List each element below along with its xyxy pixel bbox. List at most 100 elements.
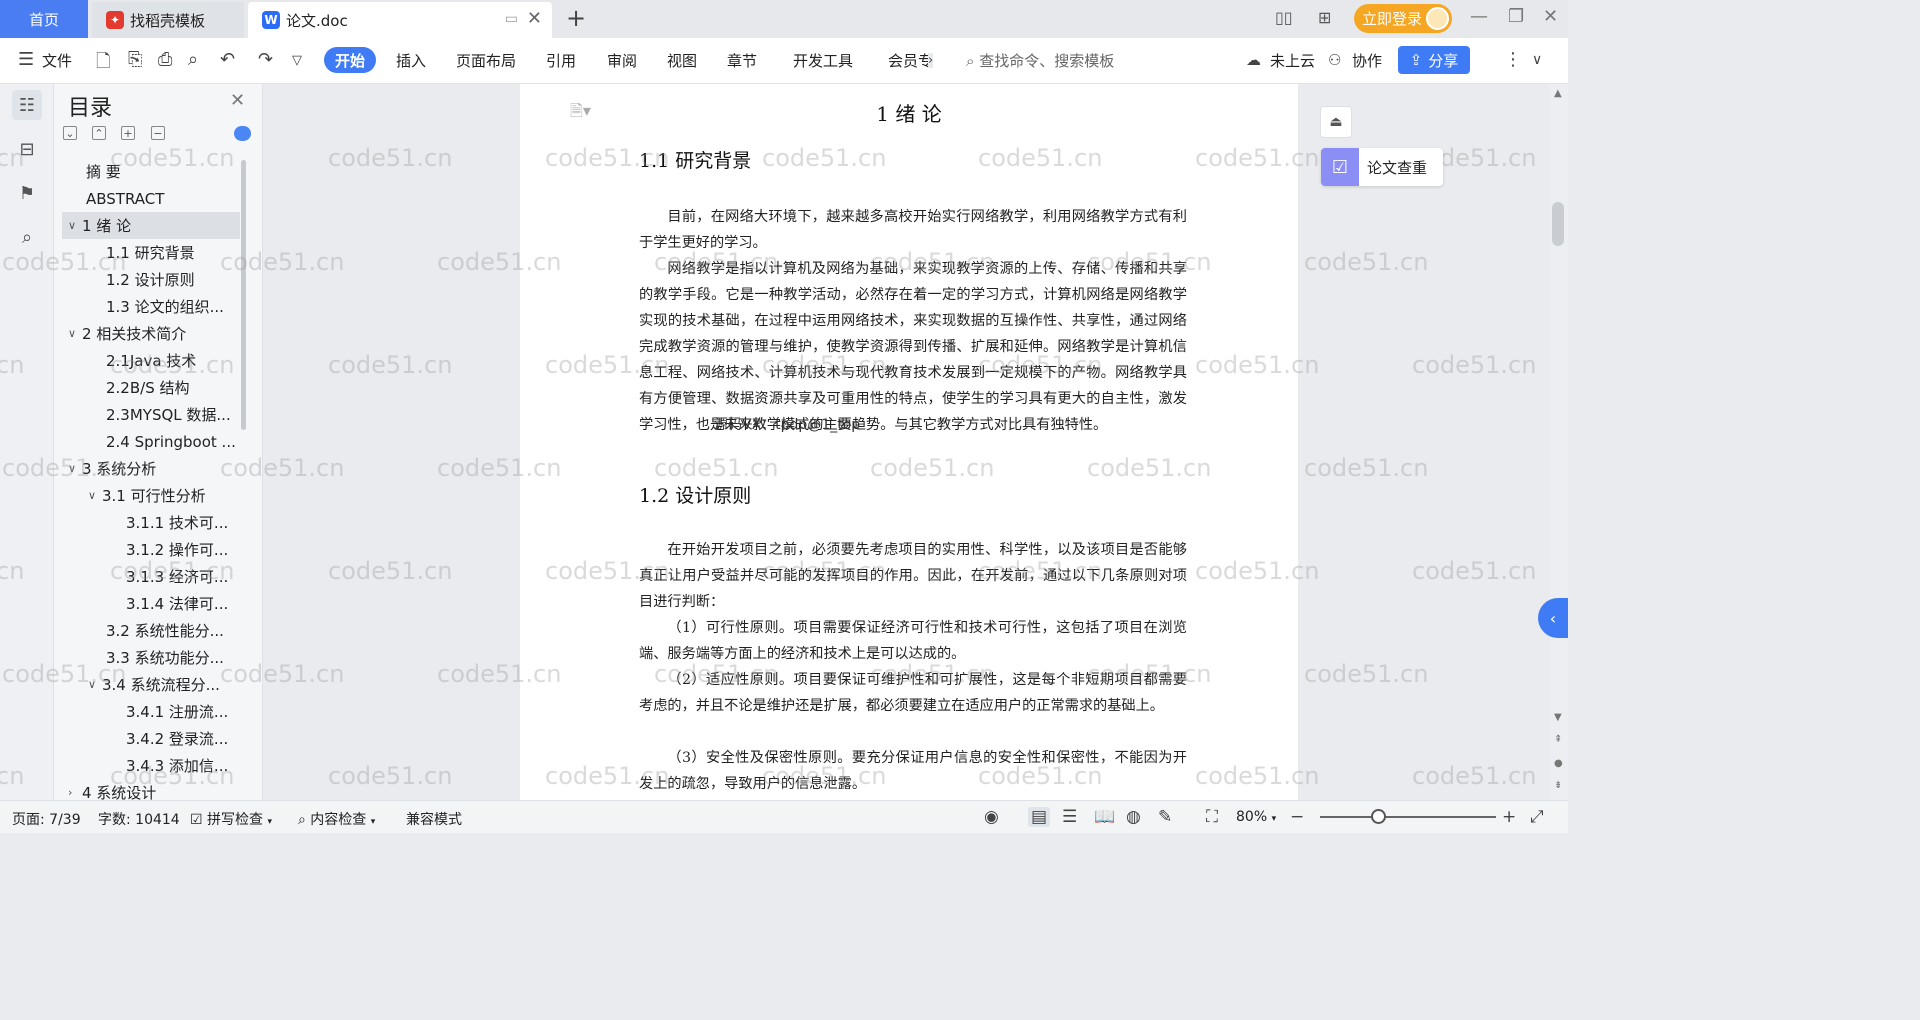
tab-view[interactable]: 视图 bbox=[667, 50, 697, 71]
toc-item[interactable]: ∨ 2 相关技术简介 bbox=[62, 320, 240, 347]
add-heading-icon[interactable]: + bbox=[121, 126, 135, 140]
toc-item[interactable]: 3.1.4 法律可... bbox=[62, 590, 240, 617]
close-window-icon[interactable]: ✕ bbox=[1543, 6, 1558, 27]
redo-icon[interactable]: ↷ bbox=[258, 49, 273, 70]
toc-close-icon[interactable]: ✕ bbox=[230, 90, 245, 111]
toc-item[interactable]: 2.4 Springboot ... bbox=[62, 428, 240, 455]
toc-item[interactable]: 3.1.3 经济可... bbox=[62, 563, 240, 590]
chevron-down-icon[interactable]: ∨ bbox=[68, 219, 82, 232]
chevron-down-icon[interactable]: ∨ bbox=[68, 462, 82, 475]
login-button[interactable]: 立即登录 bbox=[1354, 4, 1452, 33]
write-mode-icon[interactable]: ✎ bbox=[1158, 807, 1172, 827]
remove-heading-icon[interactable]: − bbox=[151, 126, 165, 140]
new-tab-icon[interactable]: + bbox=[566, 4, 586, 32]
collapse-ribbon-icon[interactable]: ∨ bbox=[1532, 52, 1542, 68]
reading-view-icon[interactable]: 📖 bbox=[1094, 807, 1115, 827]
prev-page-icon[interactable]: ⇞ bbox=[1554, 734, 1562, 745]
toc-item[interactable]: 3.4.3 添加信... bbox=[62, 752, 240, 779]
toc-icon[interactable]: ☷ bbox=[12, 90, 42, 120]
minimize-icon[interactable]: — bbox=[1470, 6, 1488, 27]
expand-all-icon[interactable]: ⌄ bbox=[63, 126, 77, 140]
tab-dev-tools[interactable]: 开发工具 bbox=[793, 50, 853, 71]
toc-scrollbar[interactable] bbox=[241, 160, 246, 430]
zoom-level[interactable]: 80% ▾ bbox=[1236, 809, 1276, 825]
fullscreen-icon[interactable]: ⤢ bbox=[1530, 807, 1544, 827]
paper-check-button[interactable]: ☑ 论文查重 bbox=[1321, 148, 1443, 186]
toc-item[interactable]: ∨ 3 系统分析 bbox=[62, 455, 240, 482]
scroll-up-icon[interactable]: ▲ bbox=[1554, 88, 1562, 99]
word-count[interactable]: 字数: 10414 bbox=[98, 809, 180, 829]
restore-icon[interactable]: ❐ bbox=[1508, 6, 1524, 27]
chevron-down-icon[interactable]: ∨ bbox=[88, 678, 102, 691]
toc-item[interactable]: 3.3 系统功能分... bbox=[62, 644, 240, 671]
next-page-icon[interactable]: ⇟ bbox=[1554, 780, 1562, 791]
tab-insert[interactable]: 插入 bbox=[396, 50, 426, 71]
toc-item[interactable]: ∨ 1 绪 论 bbox=[62, 212, 240, 239]
ai-assistant-icon[interactable] bbox=[234, 126, 251, 141]
toc-item[interactable]: › 4 系统设计 bbox=[62, 779, 240, 800]
zoom-in-icon[interactable]: + bbox=[1502, 807, 1516, 827]
zoom-out-icon[interactable]: − bbox=[1290, 807, 1304, 827]
tab-page-layout[interactable]: 页面布局 bbox=[456, 50, 516, 71]
outline-view-icon[interactable]: ☰ bbox=[1062, 807, 1077, 827]
undo-icon[interactable]: ↶ bbox=[220, 49, 235, 70]
close-tab-icon[interactable]: ✕ bbox=[527, 8, 542, 29]
more-options-icon[interactable]: ⋮ bbox=[1504, 49, 1522, 70]
toc-item[interactable]: 2.2B/S 结构 bbox=[62, 374, 240, 401]
chevron-down-icon[interactable]: ∨ bbox=[88, 489, 102, 502]
monitor-icon[interactable]: ▭ bbox=[505, 11, 518, 27]
toc-item[interactable]: 3.2 系统性能分... bbox=[62, 617, 240, 644]
save-icon[interactable]: 🗋 bbox=[96, 49, 110, 79]
toc-item[interactable]: 2.3MYSQL 数据... bbox=[62, 401, 240, 428]
zoom-slider[interactable] bbox=[1320, 816, 1496, 818]
bookmark-icon[interactable]: ⚑ bbox=[12, 178, 42, 208]
zoom-slider-handle[interactable] bbox=[1371, 809, 1387, 824]
apps-grid-icon[interactable]: ⊞ bbox=[1318, 8, 1331, 27]
scrollbar-thumb[interactable] bbox=[1552, 202, 1564, 246]
chevron-down-icon[interactable]: › bbox=[68, 786, 82, 799]
web-view-icon[interactable]: ◍ bbox=[1126, 807, 1141, 827]
toc-item[interactable]: 3.4.2 登录流... bbox=[62, 725, 240, 752]
toc-item[interactable]: 摘 要 bbox=[62, 158, 240, 185]
fit-page-icon[interactable]: ⛶ bbox=[1206, 807, 1218, 827]
tab-templates[interactable]: ✦ 找稻壳模板 bbox=[92, 2, 244, 38]
toc-item[interactable]: 1.1 研究背景 bbox=[62, 239, 240, 266]
find-icon[interactable]: ⌕ bbox=[12, 222, 42, 252]
export-icon[interactable]: ⎘ bbox=[128, 49, 142, 70]
page-count[interactable]: 页面: 7/39 bbox=[12, 809, 81, 829]
page-view-icon[interactable]: ▤ bbox=[1028, 807, 1051, 827]
menu-icon[interactable]: ☰ bbox=[18, 49, 34, 70]
panel-toggle-icon[interactable]: ⏏ bbox=[1320, 106, 1352, 138]
cloud-status[interactable]: 未上云 bbox=[1270, 50, 1315, 71]
tab-references[interactable]: 引用 bbox=[546, 50, 576, 71]
tab-review[interactable]: 审阅 bbox=[607, 50, 637, 71]
quick-access-dropdown-icon[interactable]: ▽ bbox=[292, 53, 302, 68]
tab-chapter[interactable]: 章节 bbox=[727, 50, 757, 71]
vertical-scrollbar[interactable]: ▲ ▼ ⇞ ● ⇟ bbox=[1550, 84, 1568, 800]
toc-item[interactable]: ∨ 3.4 系统流程分... bbox=[62, 671, 240, 698]
scroll-down-icon[interactable]: ▼ bbox=[1554, 712, 1562, 723]
collab-button[interactable]: 协作 bbox=[1352, 50, 1382, 71]
print-icon[interactable]: ⎙ bbox=[158, 49, 172, 70]
tab-member[interactable]: 会员专 bbox=[888, 50, 933, 71]
spell-check-button[interactable]: ☑ 拼写检查 ▾ bbox=[190, 809, 272, 829]
toc-item[interactable]: 1.3 论文的组织... bbox=[62, 293, 240, 320]
toc-item[interactable]: 1.2 设计原则 bbox=[62, 266, 240, 293]
navigation-icon[interactable]: ⊟ bbox=[12, 134, 42, 164]
chevron-down-icon[interactable]: ∨ bbox=[68, 327, 82, 340]
tab-document[interactable]: W 论文.doc ▭ ✕ bbox=[248, 2, 552, 38]
toc-item[interactable]: ABSTRACT bbox=[62, 185, 240, 212]
select-browse-icon[interactable]: ● bbox=[1554, 758, 1563, 769]
document-page[interactable]: 🗎▾ 1 绪 论 1.1 研究背景 目前，在网络大环境下，越来越多高校开始实行网… bbox=[520, 84, 1298, 800]
tab-start[interactable]: 开始 bbox=[324, 47, 376, 73]
more-tabs-icon[interactable]: › bbox=[928, 53, 934, 68]
toc-item[interactable]: 3.1.1 技术可... bbox=[62, 509, 240, 536]
print-preview-icon[interactable]: ⌕ bbox=[188, 49, 198, 70]
toc-item[interactable]: 2.1Java 技术 bbox=[62, 347, 240, 374]
layout-icon[interactable]: ▯▯ bbox=[1275, 8, 1293, 27]
command-search[interactable]: ⌕ 查找命令、搜索模板 bbox=[966, 50, 1114, 71]
toc-item[interactable]: 3.1.2 操作可... bbox=[62, 536, 240, 563]
tab-home[interactable]: 首页 bbox=[0, 0, 88, 38]
toc-item[interactable]: 3.4.1 注册流... bbox=[62, 698, 240, 725]
share-button[interactable]: ⇪ 分享 bbox=[1398, 46, 1470, 74]
